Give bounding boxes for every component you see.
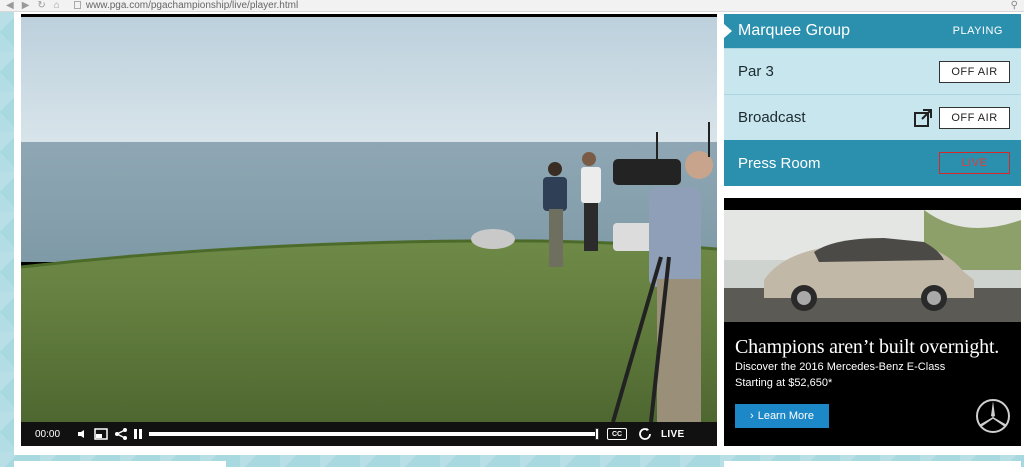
reload-icon[interactable]: ↻ <box>37 0 45 11</box>
channel-status: PLAYING <box>952 25 1003 37</box>
popout-icon[interactable] <box>913 108 933 128</box>
browser-nav: ◀ ▶ ↻ ⌂ <box>0 0 60 11</box>
progress-handle[interactable] <box>595 428 599 440</box>
car-photo[interactable] <box>724 210 1021 322</box>
time-display: 00:00 <box>35 428 61 440</box>
channel-name: Marquee Group <box>738 22 851 39</box>
url-text[interactable]: www.pga.com/pgachampionship/live/player.… <box>86 0 298 11</box>
channel-broadcast[interactable]: Broadcast OFF AIR <box>724 94 1021 140</box>
home-icon[interactable]: ⌂ <box>54 0 60 11</box>
channel-list: Marquee Group PLAYING Par 3 OFF AIR Broa… <box>724 14 1021 188</box>
address-bar[interactable]: www.pga.com/pgachampionship/live/player.… <box>73 0 298 11</box>
pause-icon[interactable] <box>131 428 145 440</box>
ad-headline: Champions aren’t built overnight. <box>735 336 1000 358</box>
browser-toolbar: ◀ ▶ ↻ ⌂ www.pga.com/pgachampionship/live… <box>0 0 1024 12</box>
picture-in-picture-icon[interactable] <box>93 428 109 440</box>
footer-strip-right <box>724 461 1021 467</box>
channel-press-room[interactable]: Press Room LIVE <box>724 140 1021 186</box>
page-icon <box>73 0 81 9</box>
player-controls: 00:00 CC LIVE <box>21 422 717 446</box>
active-pointer-icon <box>724 24 732 38</box>
status-badge-live: LIVE <box>939 152 1010 174</box>
mercedes-star-icon <box>976 399 1010 433</box>
channel-marquee-group[interactable]: Marquee Group PLAYING <box>724 14 1021 48</box>
progress-bar[interactable] <box>149 428 599 440</box>
chevron-right-icon: › <box>750 410 754 422</box>
status-badge: OFF AIR <box>939 106 1010 129</box>
channel-name: Par 3 <box>738 63 774 80</box>
advertisement[interactable]: Champions aren’t built overnight. Discov… <box>724 198 1021 446</box>
ad-subtext: Discover the 2016 Mercedes-Benz E-Class <box>735 361 946 373</box>
channel-par-3[interactable]: Par 3 OFF AIR <box>724 48 1021 94</box>
share-icon[interactable] <box>113 427 129 441</box>
channel-name: Broadcast <box>738 109 806 126</box>
learn-more-button[interactable]: › Learn More <box>735 404 829 428</box>
volume-icon[interactable] <box>77 429 87 439</box>
ad-price: Starting at $52,650* <box>735 377 833 389</box>
replay-icon[interactable] <box>637 427 653 441</box>
status-badge: OFF AIR <box>939 60 1010 83</box>
live-indicator[interactable]: LIVE <box>661 429 684 440</box>
channel-name: Press Room <box>738 154 821 172</box>
closed-captions-button[interactable]: CC <box>607 428 627 440</box>
forward-icon[interactable]: ▶ <box>22 0 30 11</box>
video-frame[interactable] <box>21 17 717 422</box>
learn-more-label: Learn More <box>757 410 814 422</box>
footer-strip <box>14 461 226 467</box>
magnifier-icon[interactable]: ⚲ <box>1011 0 1018 11</box>
video-player[interactable]: 00:00 CC LIVE <box>21 14 717 446</box>
back-icon[interactable]: ◀ <box>6 0 14 11</box>
